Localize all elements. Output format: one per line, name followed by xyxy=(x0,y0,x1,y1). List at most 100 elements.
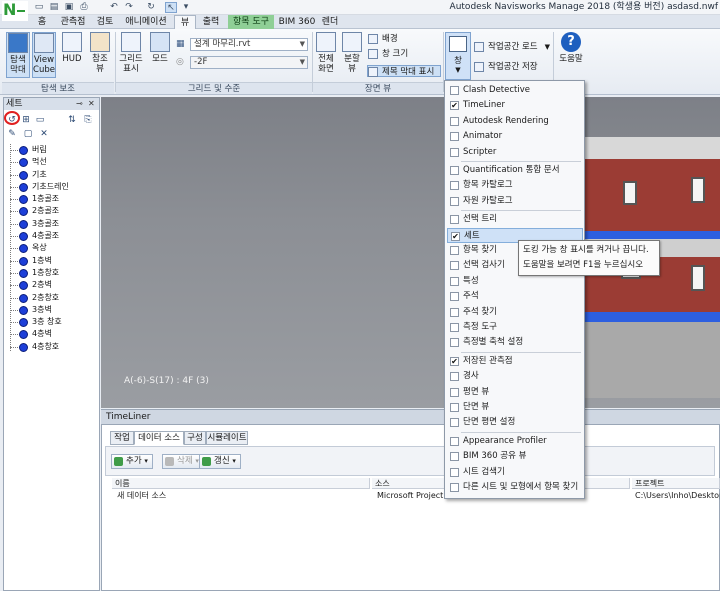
checkbox-icon[interactable] xyxy=(450,483,459,492)
checkbox-icon[interactable] xyxy=(450,292,459,302)
list-item[interactable]: 먹선 xyxy=(4,156,99,168)
menu-item[interactable]: 시트 검색기 xyxy=(447,465,583,480)
menu-item[interactable]: 단면 뷰 xyxy=(447,400,583,415)
add-button[interactable]: 추가 ▾ xyxy=(111,454,153,469)
delete-icon[interactable]: ✕ xyxy=(38,129,50,140)
grid-mode-button[interactable]: 모드 xyxy=(148,32,172,78)
app-logo-icon[interactable]: N xyxy=(2,1,28,21)
navigation-bar-button[interactable]: 탐색 막대 xyxy=(6,32,30,78)
menu-item[interactable]: 특성 xyxy=(447,274,583,289)
tab-animation[interactable]: 애니메이션 xyxy=(120,15,172,29)
menu-item[interactable]: Scripter xyxy=(447,145,583,160)
print-icon[interactable]: ⎙ xyxy=(78,2,90,13)
new-file-icon[interactable]: ▭ xyxy=(33,2,45,13)
menu-item[interactable]: 측정 도구 xyxy=(447,320,583,335)
title-bar-toggle-button[interactable]: 제목 막대 표시 xyxy=(367,65,441,77)
checkbox-icon[interactable] xyxy=(450,467,459,477)
list-item[interactable]: 버림 xyxy=(4,144,99,156)
list-item[interactable]: 2층창호 xyxy=(4,292,99,304)
save-search-icon[interactable]: ⊞ xyxy=(20,115,32,126)
checkbox-checked-icon[interactable]: ✔ xyxy=(451,231,460,241)
tab-configure[interactable]: 구성 xyxy=(184,431,206,445)
menu-item[interactable]: ✔ TimeLiner xyxy=(447,98,583,113)
fullscreen-button[interactable]: 전체 화면 xyxy=(314,32,338,78)
list-item[interactable]: 4층벽 xyxy=(4,328,99,340)
split-view-button[interactable]: 분할 뷰 xyxy=(340,32,364,78)
checkbox-icon[interactable] xyxy=(450,166,459,175)
list-item[interactable]: 4층창호 xyxy=(4,341,99,353)
menu-item[interactable]: 주석 찾기 xyxy=(447,305,583,320)
customize-qat-icon[interactable]: ▾ xyxy=(180,2,192,13)
sort-icon[interactable]: ⇅ xyxy=(66,115,78,126)
open-file-icon[interactable]: ▤ xyxy=(48,2,60,13)
menu-item[interactable]: 선택 트리 xyxy=(447,212,583,227)
checkbox-icon[interactable] xyxy=(450,338,459,348)
redo-icon[interactable]: ↷ xyxy=(123,2,135,13)
tab-bim360[interactable]: BIM 360 xyxy=(278,15,316,29)
load-workspace-button[interactable]: 작업공간 로드 ▼ xyxy=(474,41,552,53)
select-cursor-icon[interactable]: ↖ xyxy=(165,2,177,13)
auto-hide-pin-icon[interactable]: ⊸ xyxy=(76,98,83,110)
windows-button[interactable]: 창 ▼ xyxy=(445,32,471,80)
list-item[interactable]: 4층골조 xyxy=(4,230,99,242)
viewcube-button[interactable]: View Cube xyxy=(32,32,56,78)
window-size-button[interactable]: 창 크기 xyxy=(368,48,438,60)
add-comment-icon[interactable]: ✎ xyxy=(6,129,18,140)
checkbox-icon[interactable] xyxy=(450,387,459,397)
tab-home[interactable]: 홈 xyxy=(32,15,52,29)
menu-item[interactable]: 다른 시트 및 모형에서 항목 찾기 xyxy=(447,480,583,495)
checkbox-icon[interactable] xyxy=(450,418,459,428)
checkbox-icon[interactable] xyxy=(450,86,459,95)
tab-viewpoint[interactable]: 관측점 xyxy=(56,15,90,29)
list-item[interactable]: 1층골조 xyxy=(4,193,99,205)
menu-item[interactable]: Clash Detective xyxy=(447,83,583,98)
tab-render[interactable]: 렌더 xyxy=(318,15,342,29)
close-icon[interactable]: ✕ xyxy=(88,98,95,110)
menu-item[interactable]: Quantification 통합 문서 xyxy=(447,163,583,178)
list-item[interactable]: 2층골조 xyxy=(4,205,99,217)
tab-output[interactable]: 출력 xyxy=(198,15,224,29)
menu-item[interactable]: BIM 360 공유 뷰 xyxy=(447,449,583,464)
refresh-icon[interactable]: ↻ xyxy=(145,2,157,13)
show-grid-button[interactable]: 그리드 표시 xyxy=(118,32,144,78)
table-cell-project[interactable]: C:\Users\Inho\Desktop\공 xyxy=(632,490,720,501)
menu-item[interactable]: 단면 평면 설정 xyxy=(447,415,583,430)
tab-data-sources[interactable]: 데이터 소스 xyxy=(134,431,184,445)
column-header-project[interactable]: 프로젝트 xyxy=(632,478,720,489)
help-button[interactable]: ? 도움말 xyxy=(556,32,586,78)
menu-item[interactable]: 경사 xyxy=(447,369,583,384)
grid-file-combo[interactable]: 설계 마무리.rvt ▼ xyxy=(190,38,308,51)
menu-item[interactable]: Animator xyxy=(447,129,583,144)
new-folder-icon[interactable]: ▭ xyxy=(34,115,46,126)
list-item[interactable]: 3층 창호 xyxy=(4,316,99,328)
tab-tasks[interactable]: 작업 xyxy=(110,431,134,445)
tab-item-tools[interactable]: 항목 도구 xyxy=(228,15,274,29)
checkbox-icon[interactable] xyxy=(450,246,459,255)
checkbox-icon[interactable] xyxy=(450,307,459,317)
checkbox-icon[interactable] xyxy=(450,215,459,225)
save-icon[interactable]: ▣ xyxy=(63,2,75,13)
delete-button[interactable]: 삭제 ▾ xyxy=(162,454,204,469)
menu-item[interactable]: ✔ 저장된 관측점 xyxy=(447,354,583,369)
reference-views-button[interactable]: 참조 뷰 xyxy=(88,32,112,78)
list-item[interactable]: 기초 xyxy=(4,169,99,181)
comment-icon[interactable]: ▢ xyxy=(22,129,34,140)
list-item[interactable]: 3층골조 xyxy=(4,218,99,230)
table-cell-name[interactable]: 새 데이터 소스 xyxy=(114,490,370,501)
checkbox-icon[interactable] xyxy=(450,403,459,412)
checkbox-icon[interactable] xyxy=(450,196,459,206)
checkbox-checked-icon[interactable]: ✔ xyxy=(450,356,459,366)
checkbox-icon[interactable] xyxy=(450,147,459,157)
save-workspace-button[interactable]: 작업공간 저장 xyxy=(474,61,552,73)
checkbox-icon[interactable] xyxy=(450,452,459,462)
checkbox-icon[interactable] xyxy=(450,132,459,142)
menu-item[interactable]: 항목 카탈로그 xyxy=(447,178,583,193)
checkbox-icon[interactable] xyxy=(450,372,459,382)
checkbox-checked-icon[interactable]: ✔ xyxy=(450,101,459,111)
tab-simulate[interactable]: 시뮬레이트 xyxy=(206,431,248,445)
background-button[interactable]: 배경 xyxy=(368,33,438,45)
list-item[interactable]: 3층벽 xyxy=(4,304,99,316)
list-item[interactable]: 2층벽 xyxy=(4,279,99,291)
undo-icon[interactable]: ↶ xyxy=(108,2,120,13)
column-header-name[interactable]: 이름 xyxy=(112,478,370,489)
